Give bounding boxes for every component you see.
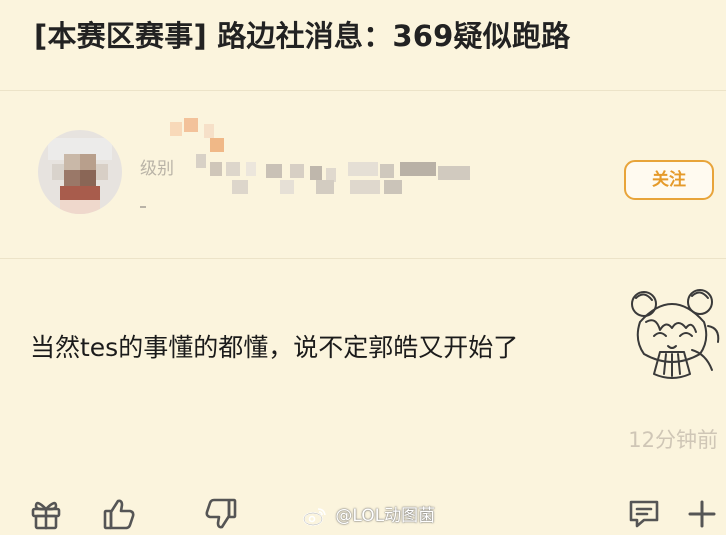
watermark-text: @LOL动图菌: [335, 506, 436, 526]
thumbs-down-icon[interactable]: [202, 496, 238, 532]
thumbs-up-icon[interactable]: [102, 496, 138, 532]
weibo-watermark: @LOL动图菌: [302, 503, 435, 529]
follow-button[interactable]: 关注: [624, 160, 714, 200]
gift-icon[interactable]: [28, 496, 64, 532]
comment-text: 当然tes的事懂的都懂，说不定郭皓又开始了: [30, 333, 519, 362]
avatar[interactable]: [38, 130, 122, 214]
content-divider: [0, 258, 726, 259]
top-divider: [0, 90, 726, 91]
comment-timestamp: 12分钟前: [628, 428, 718, 452]
chibi-sticker-image: [622, 282, 724, 382]
post-title: [本赛区赛事] 路边社消息：369疑似跑路: [34, 19, 571, 53]
plus-icon[interactable]: [684, 496, 720, 532]
username-redacted: [140, 118, 480, 208]
user-level-label: 级别: [140, 159, 174, 179]
post-page: [本赛区赛事] 路边社消息：369疑似跑路 级别 关注 当然tes的事懂的都懂，…: [0, 0, 726, 535]
weibo-logo-icon: [302, 505, 328, 527]
comment-icon[interactable]: [626, 496, 662, 532]
